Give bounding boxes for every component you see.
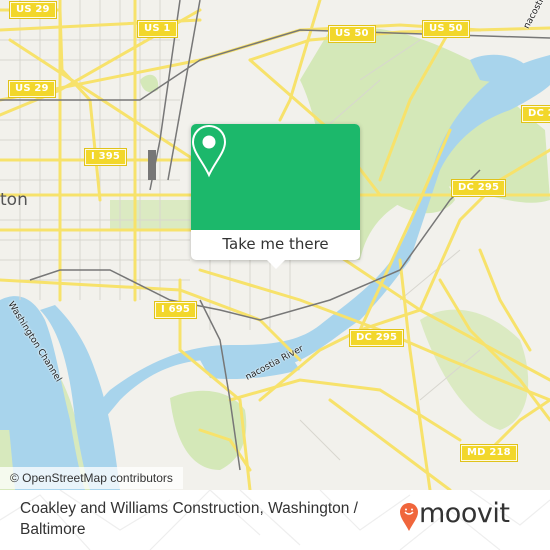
popup-pointer xyxy=(267,260,285,269)
brand-name: moovit xyxy=(419,498,510,529)
map-pin-icon xyxy=(191,124,227,178)
route-shield-us50: US 50 xyxy=(328,25,376,43)
moovit-logo[interactable]: moovit xyxy=(399,498,534,538)
rail-yard xyxy=(148,150,156,180)
moovit-pin-icon xyxy=(400,503,418,531)
route-shield-dc295: DC 295 xyxy=(348,329,405,347)
route-shield-us29: US 29 xyxy=(8,80,56,98)
route-shield-i695: I 695 xyxy=(153,301,198,319)
popup-header xyxy=(191,124,360,230)
map-view[interactable]: US 29 US 1 US 50 US 50 US 29 I 395 DC 29… xyxy=(0,0,550,490)
route-shield-i395: I 395 xyxy=(83,148,128,166)
route-shield-us29: US 29 xyxy=(9,1,57,19)
take-me-there-button[interactable]: Take me there xyxy=(191,230,360,260)
route-shield-us1: US 1 xyxy=(137,20,178,38)
route-shield-md218: MD 218 xyxy=(460,444,518,462)
map-attribution: © OpenStreetMap contributors xyxy=(0,467,183,489)
location-popup: Take me there xyxy=(191,124,360,269)
route-shield-dc295: DC 295 xyxy=(520,105,550,123)
route-shield-dc295: DC 295 xyxy=(450,179,507,197)
place-title: Coakley and Williams Construction, Washi… xyxy=(20,500,358,538)
city-label: ton xyxy=(0,190,28,210)
route-shield-us50: US 50 xyxy=(422,20,470,38)
footer-bar: Coakley and Williams Construction, Washi… xyxy=(0,490,550,550)
